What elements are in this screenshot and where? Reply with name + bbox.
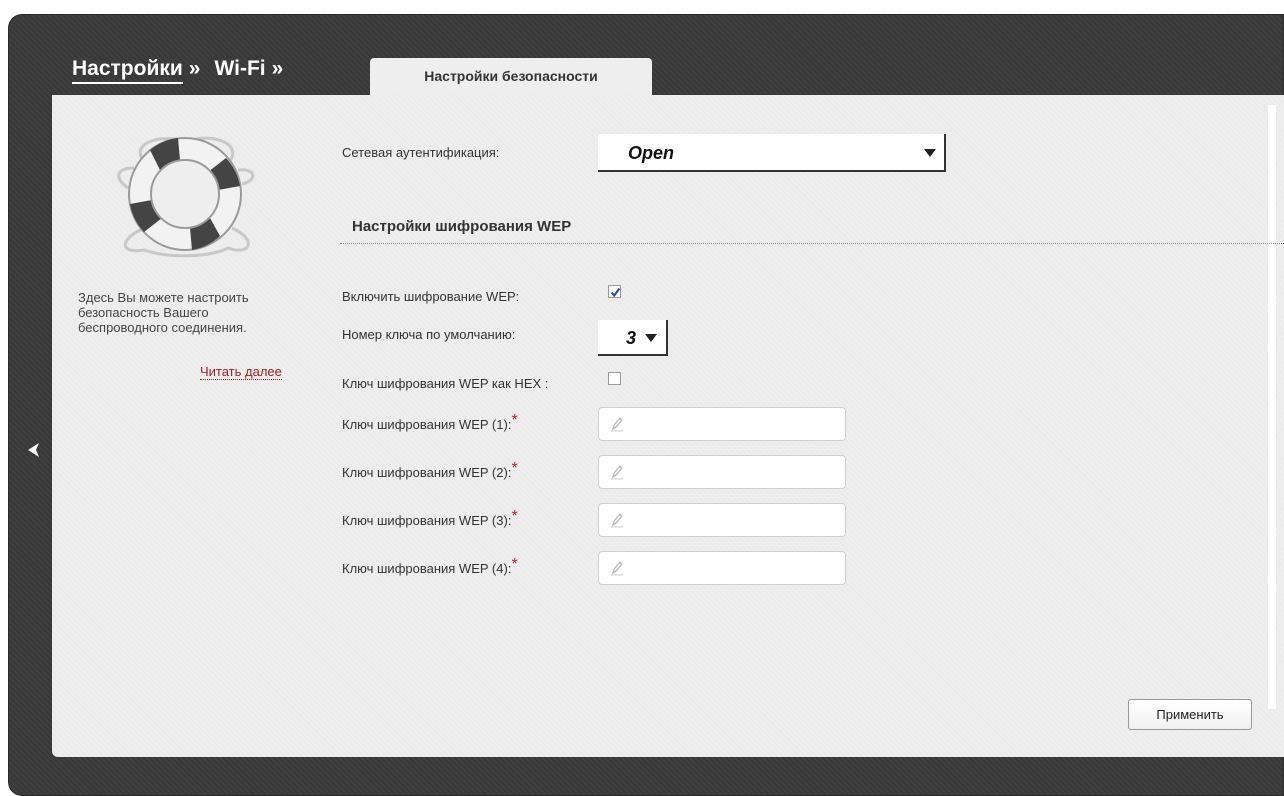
wep-key-4-label-text: Ключ шифрования WEP (4): xyxy=(342,561,512,576)
pencil-icon xyxy=(611,561,623,576)
wep-key-4-label: Ключ шифрования WEP (4):* xyxy=(342,556,518,578)
breadcrumb-settings-link[interactable]: Настройки xyxy=(72,56,183,84)
wep-key-4-input[interactable] xyxy=(631,557,841,581)
wep-key-2-input[interactable] xyxy=(631,461,841,485)
required-mark: * xyxy=(511,508,518,525)
pencil-icon xyxy=(611,417,623,432)
wep-key-4-field[interactable] xyxy=(598,551,846,585)
lifebuoy-icon xyxy=(108,128,262,258)
hex-checkbox[interactable] xyxy=(608,372,621,385)
breadcrumb-separator: » xyxy=(271,57,284,80)
read-more-link[interactable]: Читать далее xyxy=(200,364,282,380)
chevron-down-icon xyxy=(924,149,936,157)
wep-section-title: Настройки шифрования WEP xyxy=(352,218,572,235)
required-mark: * xyxy=(511,460,518,477)
default-key-value: 3 xyxy=(626,328,637,348)
auth-select-value: Open xyxy=(628,143,675,163)
required-mark: * xyxy=(511,556,518,573)
wep-key-1-field[interactable] xyxy=(598,407,846,441)
wep-key-2-field[interactable] xyxy=(598,455,846,489)
default-key-select[interactable]: 3 xyxy=(598,320,668,356)
help-text: Здесь Вы можете настроить безопасность В… xyxy=(78,290,249,335)
checkmark-icon xyxy=(610,287,621,298)
wep-key-1-label-text: Ключ шифрования WEP (1): xyxy=(342,417,512,432)
pencil-icon xyxy=(611,513,623,528)
wep-key-3-label: Ключ шифрования WEP (3):* xyxy=(342,508,518,530)
auth-select[interactable]: Open xyxy=(598,134,946,172)
default-key-label: Номер ключа по умолчанию: xyxy=(342,327,516,342)
enable-wep-label: Включить шифрование WEP: xyxy=(342,289,520,304)
section-divider xyxy=(340,243,1284,244)
wep-key-2-label-text: Ключ шифрования WEP (2): xyxy=(342,465,512,480)
tab-security-settings[interactable]: Настройки безопасности xyxy=(370,58,652,96)
wep-key-3-field[interactable] xyxy=(598,503,846,537)
required-mark: * xyxy=(511,412,518,429)
scrollbar[interactable] xyxy=(1268,105,1276,709)
wep-key-2-label: Ключ шифрования WEP (2):* xyxy=(342,460,518,482)
chevron-left-icon[interactable] xyxy=(22,438,46,462)
breadcrumb-wifi[interactable]: Wi-Fi xyxy=(214,56,265,82)
auth-label: Сетевая аутентификация: xyxy=(342,145,500,160)
wep-key-1-label: Ключ шифрования WEP (1):* xyxy=(342,412,518,434)
wep-key-3-label-text: Ключ шифрования WEP (3): xyxy=(342,513,512,528)
wep-key-3-input[interactable] xyxy=(631,509,841,533)
breadcrumb: Настройки » Wi-Fi » xyxy=(72,40,283,96)
wep-key-1-input[interactable] xyxy=(631,413,841,437)
chevron-down-icon xyxy=(645,334,657,342)
breadcrumb-separator: » xyxy=(188,57,201,80)
pencil-icon xyxy=(611,465,623,480)
enable-wep-checkbox[interactable] xyxy=(608,285,621,298)
apply-button[interactable]: Применить xyxy=(1128,699,1252,730)
hex-label: Ключ шифрования WEP как HEX : xyxy=(342,376,549,391)
